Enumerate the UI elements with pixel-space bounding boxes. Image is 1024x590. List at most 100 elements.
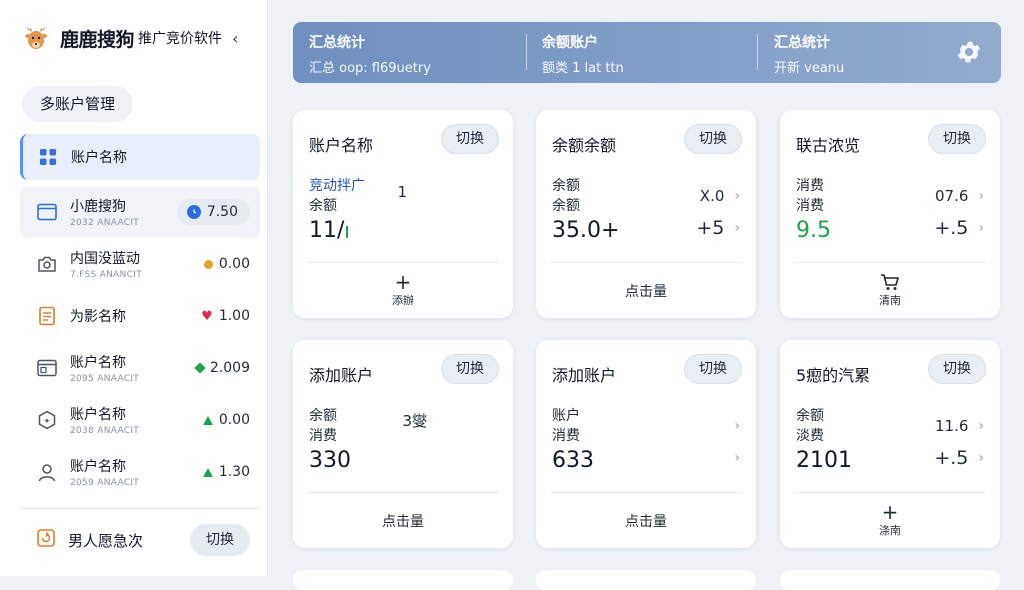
card-body: 账户 消费 633 › ›	[552, 406, 740, 492]
svg-text:✦: ✦	[44, 417, 51, 426]
card-title: 添加账户	[552, 366, 617, 385]
card-right-row[interactable]: +5 ›	[696, 212, 740, 244]
sidebar-item-sub: 2095 ANAACIT	[70, 374, 140, 384]
card-title: 添加账户	[309, 366, 374, 385]
chevron-right-icon: ›	[734, 450, 740, 466]
sidebar-item-account-a[interactable]: 账户名称 2095 ANAACIT 2.009	[20, 342, 260, 394]
card-right-value: 11.6	[934, 417, 969, 435]
sidebar-item-bottom[interactable]: 男人愿急次 切换	[20, 520, 260, 560]
plus-icon: +	[881, 500, 899, 524]
card-right-row[interactable]: ›	[734, 410, 740, 442]
browser-icon	[36, 357, 58, 379]
balance-card: 余额余额 切换 余额 余额 35.0+ X.0 › +5 › 点击量	[536, 110, 756, 318]
card-big-number: 633	[552, 448, 594, 473]
cart-icon	[881, 274, 899, 290]
card-right-row[interactable]: 11.6 ›	[934, 410, 984, 442]
stats-card: 5瘛的汽累 切换 余额 淡费 2101 11.6 › +.5 › + 涤南	[780, 340, 1000, 548]
overview-card: 联古浓览 切换 消费 消费 9.5 07.6 › +.5 › 清南	[780, 110, 1000, 318]
brand: 鹿鹿搜狗 推广竞价软件 ‹	[20, 22, 238, 54]
card-body: 余额 余额 35.0+ X.0 › +5 ›	[552, 176, 740, 262]
card-footer[interactable]: 点击量	[550, 492, 742, 548]
user-icon	[36, 461, 58, 483]
sidebar-item-xiaolu[interactable]: 小鹿搜狗 2032 ANAACIT 7.50	[20, 186, 260, 238]
multi-account-button[interactable]: 多账户管理	[22, 86, 134, 122]
switch-button[interactable]: 切换	[684, 354, 742, 384]
document-icon	[36, 305, 58, 327]
card-title: 余额余额	[552, 136, 617, 155]
sidebar-item-neiguo[interactable]: 内国没蓝动 7.FSS ANANCIT 0.00	[20, 238, 260, 290]
collapse-icon[interactable]: ‹	[232, 29, 238, 48]
switch-button[interactable]: 切换	[441, 124, 499, 154]
switch-button[interactable]: 切换	[928, 354, 986, 384]
banner-sub: 额类 1 lat ttn	[542, 61, 624, 76]
card-big-number: 35.0+	[552, 218, 620, 243]
card-title: 5瘛的汽累	[796, 366, 871, 385]
card-big-number: 11/	[309, 218, 345, 243]
card-right-row[interactable]: X.0 ›	[696, 180, 740, 212]
sidebar-item-account-name[interactable]: 账户名称	[20, 134, 260, 180]
gear-icon[interactable]	[955, 38, 983, 66]
card-right-row[interactable]: 07.6 ›	[934, 180, 984, 212]
switch-button[interactable]: 切换	[928, 124, 986, 154]
chevron-right-icon: ›	[978, 418, 984, 434]
card-right-row[interactable]: ›	[734, 442, 740, 474]
switch-button[interactable]: 切换	[441, 354, 499, 384]
card-body: 消费 消费 9.5 07.6 › +.5 ›	[796, 176, 984, 262]
balance-value: 0.00	[202, 412, 250, 428]
card-footer[interactable]: 点击量	[307, 492, 499, 548]
sidebar-item-account-b[interactable]: ✦ 账户名称 2038 ANAACIT 0.00	[20, 394, 260, 446]
banner-title: 汇总统计	[774, 35, 830, 51]
add-account-card: 添加账户 切换 余额 消费 330 3燮 点击量	[293, 340, 513, 548]
clock-icon	[186, 205, 201, 219]
chevron-right-icon: ›	[978, 188, 984, 204]
window-icon	[36, 201, 58, 223]
card-footer[interactable]: + 添辦	[307, 262, 499, 318]
sidebar-item-account-c[interactable]: 账户名称 2059 ANAACIT 1.30	[20, 446, 260, 498]
heart-icon: ♥	[201, 308, 213, 324]
hexagon-icon: ✦	[36, 409, 58, 431]
sidebar-item-label: 账户名称	[70, 355, 126, 371]
banner-section-balance: 余额账户 额类 1 lat ttn	[542, 32, 624, 76]
spark-bar-icon	[346, 226, 349, 238]
card-right-value: 1	[397, 183, 407, 201]
card-peek	[780, 570, 1000, 590]
balance-value: 7.50	[176, 199, 250, 225]
card-big-number: 330	[309, 448, 351, 473]
sidebar-item-sub: 7.FSS ANANCIT	[70, 270, 143, 280]
card-right-row[interactable]: +.5 ›	[934, 442, 984, 474]
banner-divider	[757, 34, 758, 70]
status-dot-icon	[203, 259, 213, 269]
card-footer[interactable]: 点击量	[550, 262, 742, 318]
balance-number: 0.00	[218, 256, 250, 272]
sidebar-item-label: 账户名称	[70, 459, 126, 475]
card-title: 联古浓览	[796, 136, 861, 155]
sidebar: 鹿鹿搜狗 推广竞价软件 ‹ 多账户管理 账户名称 小鹿搜狗 2032 ANAAC…	[0, 0, 268, 576]
balance-number: 0.00	[218, 412, 250, 428]
card-footer[interactable]: 清南	[794, 262, 986, 318]
banner-title: 余额账户	[542, 35, 598, 51]
switch-button[interactable]: 切换	[190, 524, 250, 556]
sidebar-item-weiying[interactable]: 为影名称 ♥ 1.00	[20, 290, 260, 342]
up-arrow-icon	[202, 415, 213, 425]
card-right-row[interactable]: +.5 ›	[934, 212, 984, 244]
balance-value: 0.00	[203, 256, 250, 272]
card-footer[interactable]: + 涤南	[794, 492, 986, 548]
footer-label: 涤南	[879, 524, 901, 537]
account-card: 账户名称 切换 竞动拌广 余额 11/ 1 + 添辦	[293, 110, 513, 318]
account-list: 账户名称 小鹿搜狗 2032 ANAACIT 7.50 内国没蓝动 7.FSS …	[20, 134, 260, 498]
chevron-right-icon: ›	[978, 220, 984, 236]
card-peek	[293, 570, 513, 590]
chevron-right-icon: ›	[734, 418, 740, 434]
sidebar-item-label: 账户名称	[71, 150, 127, 166]
card-right-col: › ›	[734, 410, 740, 474]
footer-label: 清南	[879, 294, 901, 307]
switch-button[interactable]: 切换	[684, 124, 742, 154]
balance-number: 7.50	[206, 204, 238, 220]
sidebar-item-label: 为影名称	[70, 309, 126, 325]
card-label: 账户	[552, 408, 580, 424]
card-right-value: 3燮	[402, 411, 427, 430]
banner-sub: 汇总 oop: fl69uetry	[309, 61, 431, 76]
sidebar-divider	[20, 508, 260, 509]
banner-section-summary-2: 汇总统计 开新 veanu	[774, 32, 844, 76]
refresh-icon	[36, 528, 56, 552]
